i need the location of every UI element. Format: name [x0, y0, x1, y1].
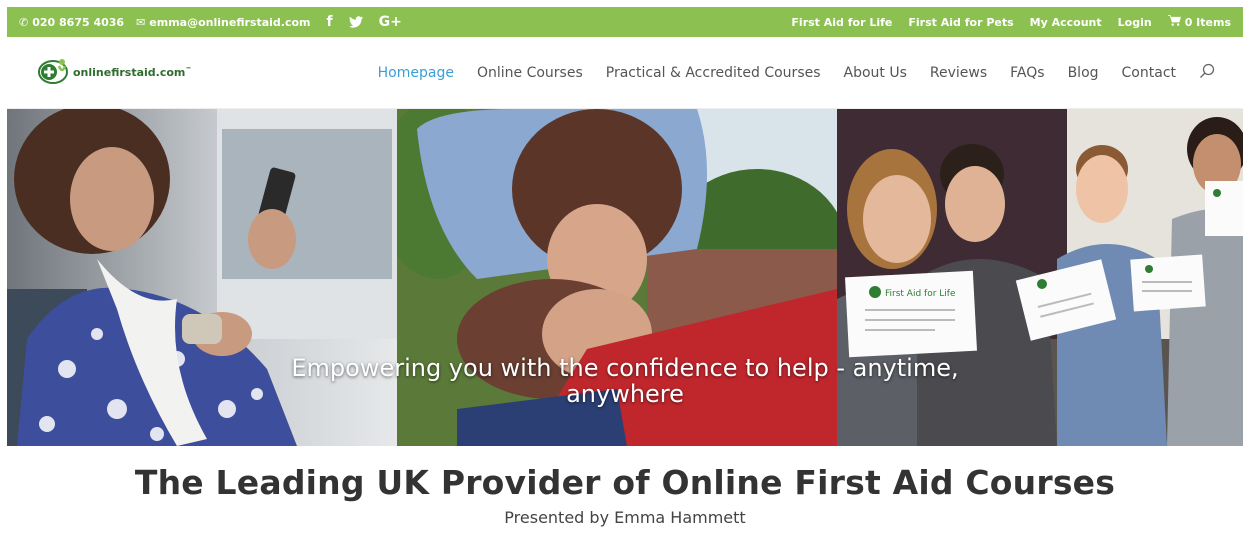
nav-blog[interactable]: Blog — [1068, 65, 1099, 81]
certificate-1: First Aid for Life — [844, 270, 978, 358]
facebook-icon[interactable]: f — [327, 14, 333, 30]
link-first-aid-for-pets[interactable]: First Aid for Pets — [908, 16, 1013, 29]
nav-online-courses[interactable]: Online Courses — [477, 65, 583, 81]
link-my-account[interactable]: My Account — [1030, 16, 1102, 29]
certificate-3 — [1130, 254, 1206, 312]
nav-reviews[interactable]: Reviews — [930, 65, 987, 81]
contact-info: ✆ 020 8675 4036 ✉ emma@onlinefirstaid.co… — [19, 14, 402, 30]
nav-about-us[interactable]: About Us — [844, 65, 907, 81]
cart-count: 0 Items — [1184, 15, 1231, 29]
page-subtitle: Presented by Emma Hammett — [504, 508, 746, 527]
first-aid-logo-icon — [37, 56, 71, 90]
phone-link[interactable]: ✆ 020 8675 4036 — [19, 16, 124, 29]
site-logo[interactable]: onlinefirstaid.com™ — [37, 56, 191, 90]
cart-icon — [1167, 15, 1181, 29]
nav-faqs[interactable]: FAQs — [1010, 65, 1044, 81]
nav-contact[interactable]: Contact — [1122, 65, 1176, 81]
nav-homepage[interactable]: Homepage — [378, 65, 454, 81]
top-bar: ✆ 020 8675 4036 ✉ emma@onlinefirstaid.co… — [7, 7, 1243, 37]
hero-caption: Empowering you with the confidence to he… — [291, 354, 959, 408]
phone-icon: ✆ — [19, 15, 29, 29]
search-icon[interactable] — [1199, 63, 1215, 83]
cart-link[interactable]: 0 Items — [1167, 15, 1231, 29]
main-nav: Homepage Online Courses Practical & Accr… — [378, 63, 1215, 83]
link-login[interactable]: Login — [1118, 16, 1152, 29]
link-first-aid-for-life[interactable]: First Aid for Life — [791, 16, 892, 29]
twitter-icon[interactable] — [348, 16, 363, 28]
hero-banner: First Aid for Life Empowering you with t… — [7, 109, 1243, 446]
google-plus-icon[interactable]: G+ — [379, 14, 402, 30]
site-header: onlinefirstaid.com™ Homepage Online Cour… — [7, 37, 1243, 109]
page-title: The Leading UK Provider of Online First … — [134, 463, 1116, 502]
certificate-4 — [1205, 181, 1243, 236]
logo-text: onlinefirstaid.com™ — [73, 66, 192, 79]
email-address: emma@onlinefirstaid.com — [149, 15, 311, 29]
phone-number: 020 8675 4036 — [32, 15, 125, 29]
certificate-text: First Aid for Life — [885, 289, 956, 299]
nav-practical-courses[interactable]: Practical & Accredited Courses — [606, 65, 821, 81]
account-links: First Aid for Life First Aid for Pets My… — [787, 15, 1231, 29]
email-link[interactable]: ✉ emma@onlinefirstaid.com — [136, 16, 310, 29]
envelope-icon: ✉ — [136, 15, 146, 29]
